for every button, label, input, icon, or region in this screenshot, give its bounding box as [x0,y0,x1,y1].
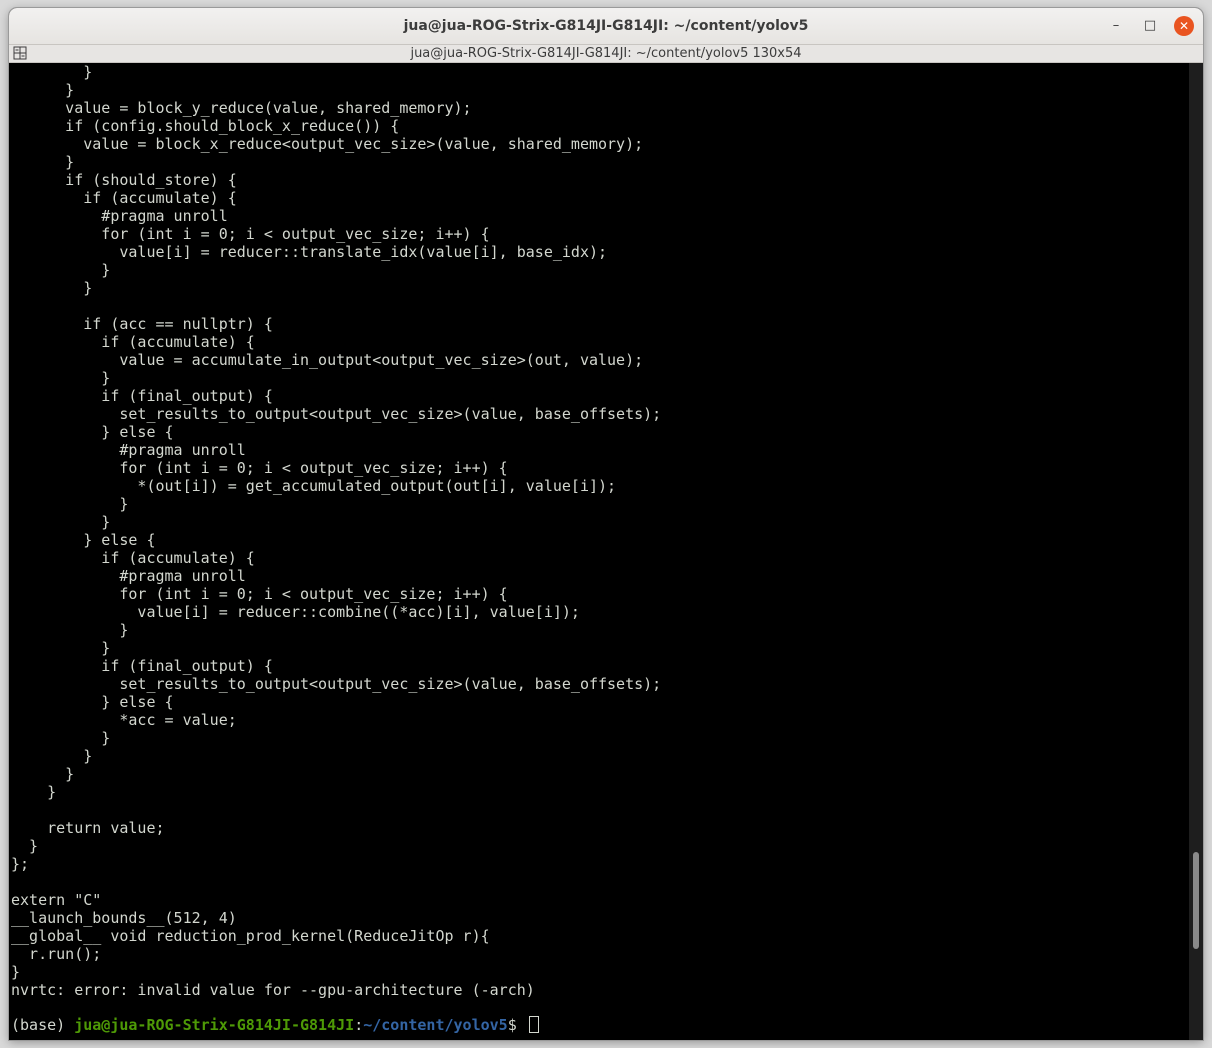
terminal-line: } [11,783,57,801]
terminal-line: extern "C" [11,891,102,909]
terminal-line: set_results_to_output<output_vec_size>(v… [11,675,662,693]
terminal-line: value = block_y_reduce(value, shared_mem… [11,99,472,117]
terminal-line: if (accumulate) { [11,333,255,351]
terminal-line: if (acc == nullptr) { [11,315,273,333]
terminal-line: __launch_bounds__(512, 4) [11,909,237,927]
terminal-line: r.run(); [11,945,102,963]
terminal-line: __global__ void reduction_prod_kernel(Re… [11,927,490,945]
terminal-line: } else { [11,693,174,711]
terminal-line: } [11,621,129,639]
tab-bar: jua@jua-ROG-Strix-G814JI-G814JI: ~/conte… [9,45,1203,63]
terminal-line: if (accumulate) { [11,549,255,567]
terminal-line: } else { [11,423,174,441]
terminal-line: value[i] = reducer::combine((*acc)[i], v… [11,603,580,621]
window-title: jua@jua-ROG-Strix-G814JI-G814JI: ~/conte… [403,18,809,34]
minimize-button[interactable]: – [1106,16,1126,36]
terminal-line: for (int i = 0; i < output_vec_size; i++… [11,585,508,603]
terminal-line: } [11,369,111,387]
title-bar[interactable]: jua@jua-ROG-Strix-G814JI-G814JI: ~/conte… [9,8,1203,45]
terminal-line: } [11,153,75,171]
terminal-line: if (should_store) { [11,171,237,189]
terminal-line: if (final_output) { [11,387,273,405]
terminal-line: value = block_x_reduce<output_vec_size>(… [11,135,644,153]
terminal-line: for (int i = 0; i < output_vec_size; i++… [11,459,508,477]
terminal-line: } [11,63,93,81]
terminal-line: } [11,279,93,297]
terminal-output[interactable]: } } value = block_y_reduce(value, shared… [9,63,1189,1040]
terminal-line: *(out[i]) = get_accumulated_output(out[i… [11,477,617,495]
terminal-line: } [11,837,39,855]
close-button[interactable]: ✕ [1174,16,1194,36]
terminal-line: }; [11,855,30,873]
prompt-path: ~/content/yolov5 [363,1016,508,1034]
terminal-line: } else { [11,531,156,549]
terminal-window: jua@jua-ROG-Strix-G814JI-G814JI: ~/conte… [9,8,1203,1040]
maximize-button[interactable]: □ [1140,16,1160,36]
prompt-user-host: jua@jua-ROG-Strix-G814JI-G814JI [74,1016,355,1034]
terminal-line: } [11,765,75,783]
prompt-env: (base) [11,1016,75,1034]
terminal-line: value[i] = reducer::translate_idx(value[… [11,243,608,261]
shell-prompt[interactable]: (base) jua@jua-ROG-Strix-G814JI-G814JI:~… [11,1016,539,1034]
terminal-line: if (final_output) { [11,657,273,675]
text-cursor [528,1016,539,1033]
terminal-line: } [11,747,93,765]
terminal-scrollbar[interactable] [1189,63,1203,1040]
terminal-line: return value; [11,819,165,837]
terminal-line: } [11,729,111,747]
terminal-line: if (config.should_block_x_reduce()) { [11,117,400,135]
terminal-line: value = accumulate_in_output<output_vec_… [11,351,644,369]
terminal-line: set_results_to_output<output_vec_size>(v… [11,405,662,423]
terminal-line: } [11,513,111,531]
terminal-line: } [11,261,111,279]
terminal-line: for (int i = 0; i < output_vec_size; i++… [11,225,490,243]
terminal-line: *acc = value; [11,711,237,729]
prompt-symbol: $ [507,1016,526,1034]
terminal-text: } } value = block_y_reduce(value, shared… [9,63,1189,1017]
prompt-separator: : [354,1016,364,1034]
tab-title[interactable]: jua@jua-ROG-Strix-G814JI-G814JI: ~/conte… [9,45,1203,62]
terminal-line: #pragma unroll [11,567,246,585]
terminal-line: } [11,81,75,99]
terminal-line: #pragma unroll [11,207,228,225]
scrollbar-thumb[interactable] [1193,851,1199,949]
terminal-line: if (accumulate) { [11,189,237,207]
terminal-line: } [11,963,21,981]
terminal-line: } [11,639,111,657]
terminal-line: nvrtc: error: invalid value for --gpu-ar… [11,981,535,999]
terminal-line: } [11,495,129,513]
terminal-line: #pragma unroll [11,441,246,459]
